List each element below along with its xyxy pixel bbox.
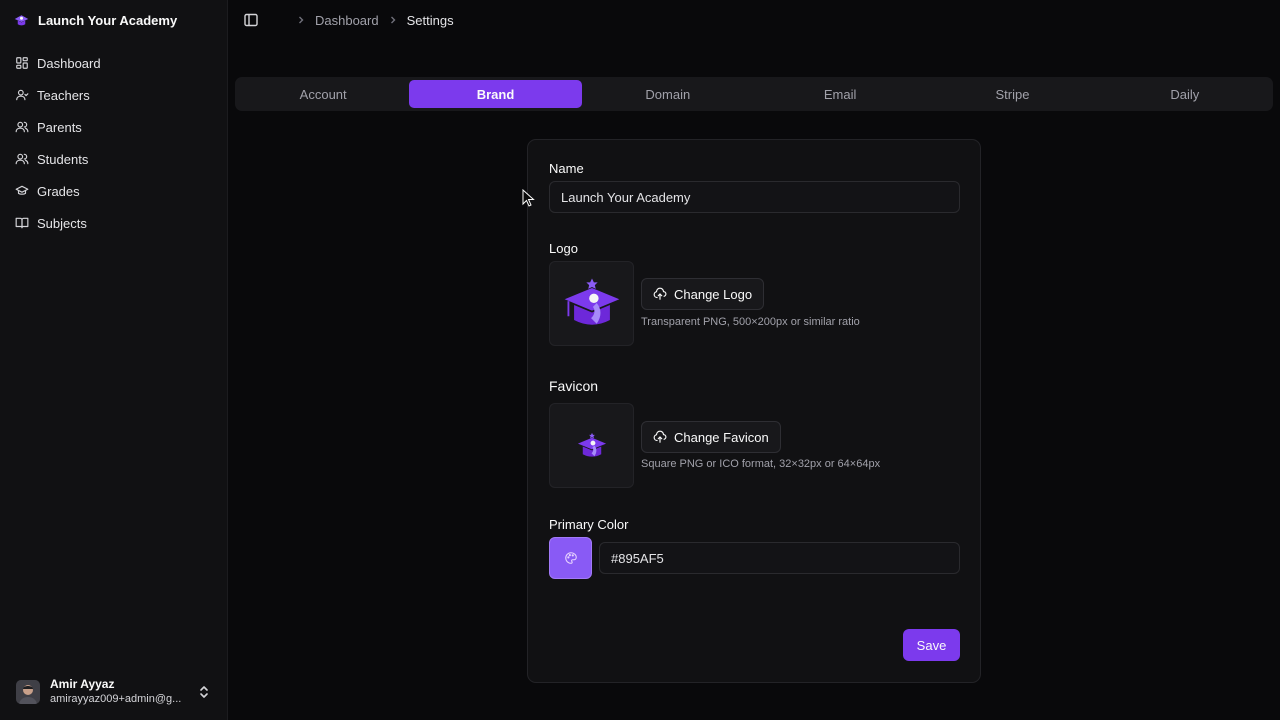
chevrons-up-down-icon[interactable] (198, 685, 210, 699)
app-name: Launch Your Academy (38, 12, 178, 28)
academy-logo-icon (14, 13, 29, 28)
academy-logo-icon (564, 278, 619, 325)
user-email: amirayyaz009+admin@g... (50, 693, 182, 705)
change-logo-label: Change Logo (674, 286, 753, 302)
primary-color-input[interactable] (599, 542, 960, 574)
sidebar-item-label: Subjects (37, 215, 87, 231)
chevron-right-icon (388, 15, 398, 25)
sidebar-item-parents[interactable]: Parents (8, 114, 220, 140)
tab-account[interactable]: Account (237, 80, 409, 108)
sidebar-toggle-icon[interactable] (243, 12, 259, 28)
user-icon (15, 88, 29, 102)
user-name: Amir Ayyaz (50, 677, 115, 691)
breadcrumb-settings: Settings (406, 12, 454, 28)
cloud-upload-icon (653, 430, 667, 444)
user-info: Amir Ayyaz amirayyaz009+admin@g... (50, 677, 190, 707)
save-button[interactable]: Save (903, 629, 960, 661)
sidebar: Launch Your Academy Dashboard Teachers P… (0, 0, 228, 720)
sidebar-item-students[interactable]: Students (8, 146, 220, 172)
brand-settings-card: Name Logo Change Logo Transparent PNG, 5… (527, 139, 981, 683)
academy-logo-icon (577, 432, 606, 457)
favicon-hint: Square PNG or ICO format, 32×32px or 64×… (641, 458, 881, 470)
settings-tabs: Account Brand Domain Email Stripe Daily (235, 77, 1273, 111)
favicon-preview (549, 403, 634, 488)
sidebar-item-label: Parents (37, 119, 82, 135)
user-menu[interactable]: Amir Ayyaz amirayyaz009+admin@g... (10, 672, 218, 712)
tab-email[interactable]: Email (754, 80, 926, 108)
name-label: Name (549, 161, 584, 176)
users-icon (15, 152, 29, 166)
sidebar-item-label: Teachers (37, 87, 90, 103)
brand[interactable]: Launch Your Academy (14, 11, 177, 29)
palette-icon (564, 551, 578, 565)
logo-preview (549, 261, 634, 346)
logo-hint: Transparent PNG, 500×200px or similar ra… (641, 316, 860, 328)
avatar (16, 680, 40, 704)
grid-icon (15, 56, 29, 70)
tab-stripe[interactable]: Stripe (926, 80, 1098, 108)
primary-color-label: Primary Color (549, 517, 629, 532)
name-input[interactable] (549, 181, 960, 213)
chevron-right-icon (296, 15, 306, 25)
logo-label: Logo (549, 241, 578, 256)
breadcrumb: Dashboard Settings (296, 12, 454, 28)
favicon-label: Favicon (549, 378, 599, 394)
sidebar-item-teachers[interactable]: Teachers (8, 82, 220, 108)
sidebar-item-grades[interactable]: Grades (8, 178, 220, 204)
breadcrumb-dashboard[interactable]: Dashboard (315, 13, 379, 28)
users-icon (15, 120, 29, 134)
tab-domain[interactable]: Domain (582, 80, 754, 108)
graduation-cap-icon (15, 184, 29, 198)
sidebar-item-subjects[interactable]: Subjects (8, 210, 220, 236)
change-favicon-button[interactable]: Change Favicon (641, 421, 781, 453)
change-favicon-label: Change Favicon (674, 429, 769, 445)
cloud-upload-icon (653, 287, 667, 301)
sidebar-nav: Dashboard Teachers Parents Students Grad… (8, 50, 220, 242)
sidebar-item-dashboard[interactable]: Dashboard (8, 50, 220, 76)
sidebar-item-label: Dashboard (37, 55, 101, 71)
tab-brand[interactable]: Brand (409, 80, 582, 108)
change-logo-button[interactable]: Change Logo (641, 278, 765, 310)
color-picker-button[interactable] (549, 537, 592, 579)
sidebar-item-label: Grades (37, 183, 80, 199)
sidebar-item-label: Students (37, 151, 89, 167)
book-open-icon (15, 216, 29, 230)
tab-daily[interactable]: Daily (1099, 80, 1271, 108)
